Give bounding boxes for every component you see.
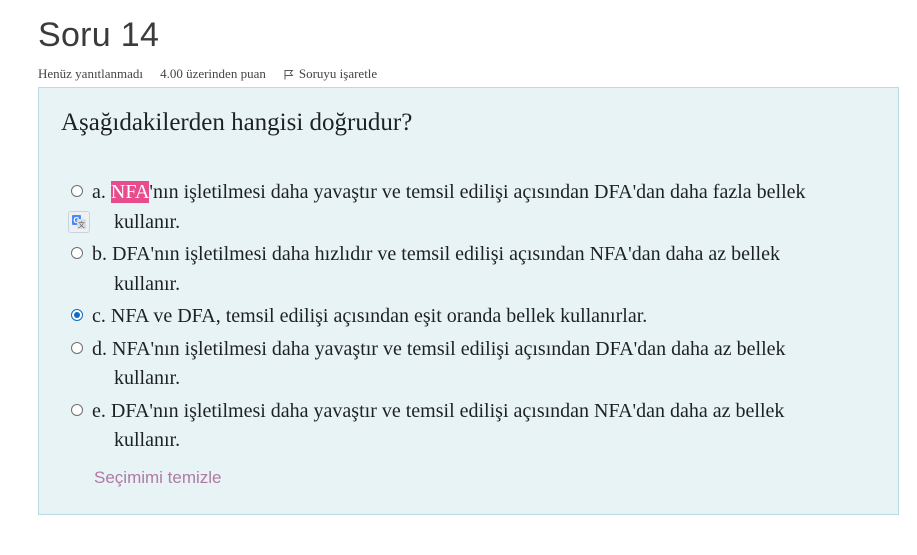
clear-selection-link[interactable]: Seçimimi temizle (94, 468, 222, 488)
answer-option-c[interactable]: c. NFA ve DFA, temsil edilişi açısından … (71, 302, 878, 332)
answer-radio-c[interactable] (71, 309, 83, 321)
answer-letter-b: b. (92, 243, 107, 265)
flag-question-label: Soruyu işaretle (298, 66, 378, 81)
answer-option-e[interactable]: e. DFA'nın işletilmesi daha yavaştır ve … (71, 397, 878, 456)
svg-text:文: 文 (78, 220, 85, 229)
flag-question-link[interactable]: Soruyu işaretle (284, 66, 377, 82)
flag-icon (284, 69, 294, 79)
highlighted-word: NFA (110, 181, 150, 203)
answer-option-d[interactable]: d. NFA'nın işletilmesi daha yavaştır ve … (71, 335, 878, 394)
answer-radio-a[interactable] (71, 185, 83, 197)
answer-list: a. NFA'nın işletilmesi daha yavaştır ve … (68, 178, 878, 456)
question-panel: Aşağıdakilerden hangisi doğrudur? a. NFA… (38, 87, 899, 515)
answer-letter-a: a. (92, 181, 106, 203)
answer-text-b-continued: kullanır. (114, 272, 181, 295)
answer-text-e: DFA'nın işletilmesi daha yavaştır ve tem… (110, 399, 785, 422)
answer-text-d-continued: kullanır. (114, 367, 181, 389)
answer-text-e-continued: kullanır. (114, 429, 181, 451)
answer-letter-c: c. (92, 305, 106, 327)
answer-text-d: NFA'nın işletilmesi daha yavaştır ve tem… (112, 337, 786, 360)
answer-radio-d[interactable] (71, 341, 83, 354)
answer-letter-e: e. (92, 399, 106, 422)
question-title: Soru 14 (38, 16, 160, 54)
answer-option-b[interactable]: b. DFA'nın işletilmesi daha hızlıdır ve … (71, 240, 878, 299)
answer-option-a[interactable]: a. NFA'nın işletilmesi daha yavaştır ve … (68, 178, 878, 237)
answer-text-c: NFA ve DFA, temsil edilişi açısından eşi… (110, 305, 648, 327)
answer-radio-b[interactable] (71, 247, 83, 259)
answer-text-a-continued: kullanır. (114, 210, 181, 233)
question-status: Henüz yanıtlanmadı (38, 66, 144, 81)
google-translate-icon[interactable]: G文 (68, 211, 90, 233)
answer-radio-e[interactable] (71, 403, 83, 416)
answer-text-a: 'nın işletilmesi daha yavaştır ve temsil… (149, 181, 806, 203)
question-text: Aşağıdakilerden hangisi doğrudur? (61, 109, 413, 136)
answer-letter-d: d. (92, 337, 107, 360)
question-grade: 4.00 üzerinden puan (160, 66, 266, 81)
question-info: Henüz yanıtlanmadı 4.00 üzerinden puan S… (38, 66, 377, 82)
answer-text-b: DFA'nın işletilmesi daha hızlıdır ve tem… (112, 243, 780, 265)
